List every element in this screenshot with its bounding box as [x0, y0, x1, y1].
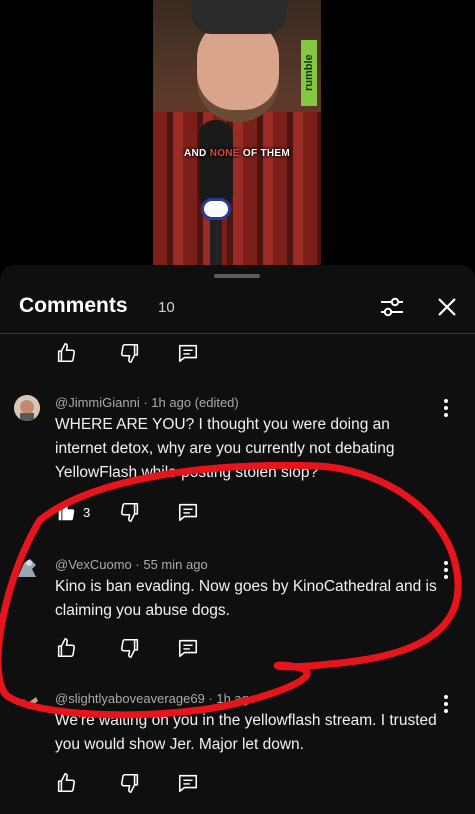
thumbs-up-icon — [57, 773, 76, 793]
microphone — [199, 120, 233, 210]
comment-text: WHERE ARE YOU? I thought you were doing … — [55, 416, 395, 481]
comment-meta: @slightlyaboveaverage69 · 1h ago — [55, 691, 257, 706]
reply-button[interactable] — [177, 500, 199, 524]
avatar-image — [16, 697, 38, 709]
reply-comment-icon — [178, 774, 198, 793]
avatar-image — [14, 395, 40, 421]
more-vert-icon — [444, 695, 448, 713]
comment-more-button[interactable] — [436, 397, 456, 419]
thumbs-down-icon — [120, 343, 139, 363]
thumbs-down-icon — [120, 638, 139, 658]
like-button[interactable] — [55, 341, 77, 365]
avatar[interactable] — [14, 689, 40, 715]
like-button[interactable]: 3 — [55, 500, 90, 524]
reply-comment-icon — [178, 639, 198, 658]
more-vert-icon — [444, 561, 448, 579]
sliders-icon — [381, 297, 403, 317]
comments-title: Comments — [19, 294, 128, 317]
comment-author[interactable]: @JimmiGianni — [55, 395, 140, 410]
comments-panel: Comments 10 @JimmiGianni · 1h ago (edite… — [0, 265, 475, 814]
reply-button[interactable] — [177, 341, 199, 365]
comment-author[interactable]: @slightlyaboveaverage69 — [55, 691, 205, 706]
comment-author[interactable]: @VexCuomo — [55, 557, 132, 572]
dislike-button[interactable] — [119, 500, 141, 524]
avatar[interactable] — [14, 395, 40, 421]
video-subject-shirt — [153, 112, 321, 268]
thumbs-down-icon — [120, 502, 139, 522]
video-frame: rumble AND NONE OF THEM — [153, 0, 321, 268]
close-icon — [438, 298, 456, 316]
comment-time: 55 min ago — [143, 557, 208, 572]
filter-button[interactable] — [378, 293, 406, 321]
reply-button[interactable] — [177, 636, 199, 660]
mic-sticker — [201, 198, 231, 220]
dislike-button[interactable] — [119, 771, 141, 795]
like-count: 3 — [83, 504, 91, 520]
avatar-image — [18, 559, 36, 577]
rumble-watermark: rumble — [301, 40, 317, 106]
dislike-button[interactable] — [119, 636, 141, 660]
comment-more-button[interactable] — [436, 559, 456, 581]
reply-button[interactable] — [177, 771, 199, 795]
video-caption: AND NONE OF THEM — [153, 148, 321, 159]
comment-meta: @JimmiGianni · 1h ago (edited) — [55, 395, 239, 410]
comment-more-button[interactable] — [436, 693, 456, 715]
comment-text: We're waiting on you in the yellowflash … — [55, 712, 437, 753]
thumbs-up-icon — [57, 638, 76, 658]
avatar[interactable] — [14, 555, 40, 581]
comment-text: Kino is ban evading. Now goes by KinoCat… — [55, 578, 437, 619]
caption-highlight: NONE — [209, 148, 240, 159]
comments-count: 10 — [158, 299, 175, 316]
drag-handle[interactable] — [214, 274, 260, 278]
caption-prefix: AND — [184, 148, 207, 159]
thumbs-up-icon — [57, 343, 76, 363]
reply-comment-icon — [178, 344, 198, 363]
comments-header: Comments 10 — [0, 287, 475, 334]
thumbs-down-icon — [120, 773, 139, 793]
more-vert-icon — [444, 399, 448, 417]
video-player[interactable]: rumble AND NONE OF THEM — [0, 0, 475, 300]
like-button[interactable] — [55, 771, 77, 795]
dislike-button[interactable] — [119, 341, 141, 365]
video-subject-hat — [191, 0, 287, 34]
comment-meta: @VexCuomo · 55 min ago — [55, 557, 208, 572]
thumbs-up-filled-icon — [58, 502, 75, 521]
comment-time: 1h ago — [216, 691, 257, 706]
comment-time: 1h ago (edited) — [151, 395, 239, 410]
caption-suffix: OF THEM — [242, 148, 290, 159]
like-button[interactable] — [55, 636, 77, 660]
reply-comment-icon — [178, 503, 198, 522]
close-button[interactable] — [433, 293, 461, 321]
